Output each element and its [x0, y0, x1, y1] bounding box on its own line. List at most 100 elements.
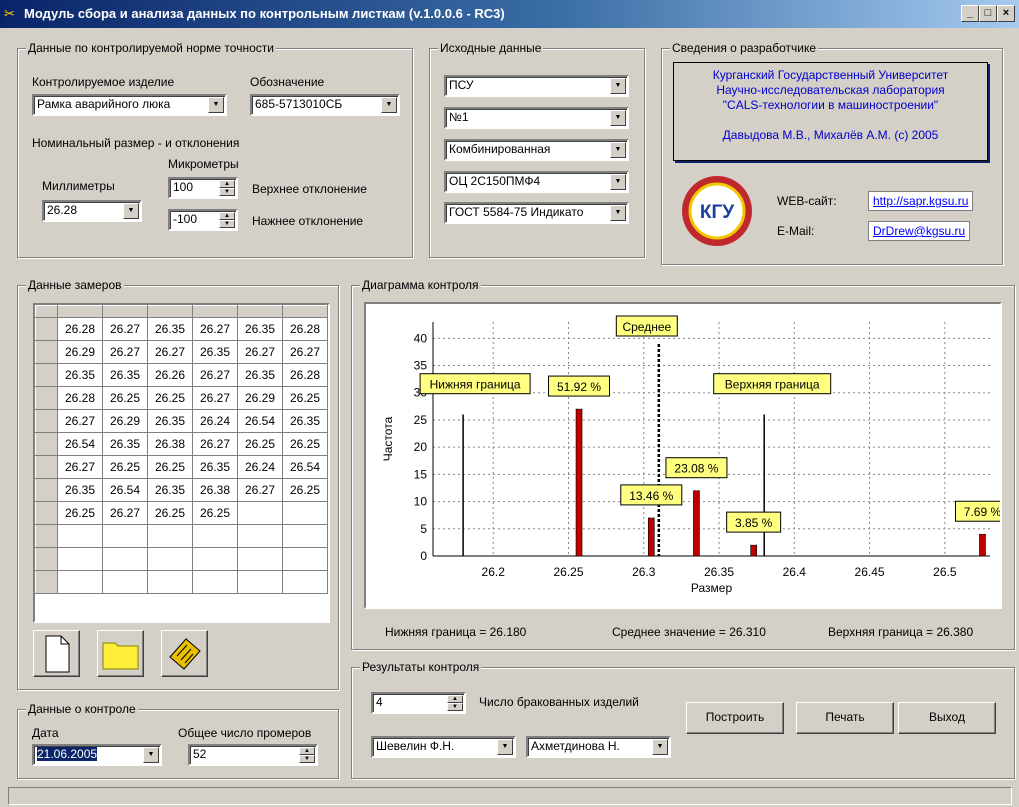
- grid-cell[interactable]: 26.35: [102, 363, 148, 387]
- grid-cell[interactable]: [102, 547, 148, 571]
- grid-cell[interactable]: 26.27: [192, 363, 238, 387]
- source-select-3[interactable]: Комбинированная ▼: [444, 139, 629, 161]
- grid-cell[interactable]: 26.25: [282, 478, 328, 502]
- grid-cell[interactable]: 26.25: [192, 501, 238, 525]
- grid-cell[interactable]: 26.54: [102, 478, 148, 502]
- grid-cell[interactable]: 26.24: [192, 409, 238, 433]
- spin-down-icon[interactable]: ▼: [299, 755, 315, 763]
- grid-cell[interactable]: 26.35: [192, 340, 238, 364]
- grid-cell[interactable]: 26.54: [237, 409, 283, 433]
- grid-cell[interactable]: [57, 570, 103, 594]
- grid-cell[interactable]: 26.29: [57, 340, 103, 364]
- grid-cell[interactable]: [102, 524, 148, 548]
- chevron-down-icon[interactable]: ▼: [610, 78, 626, 94]
- spin-up-icon[interactable]: ▲: [219, 180, 235, 188]
- spin-down-icon[interactable]: ▼: [219, 220, 235, 228]
- grid-cell[interactable]: 26.35: [192, 455, 238, 479]
- grid-cell[interactable]: [192, 547, 238, 571]
- product-select[interactable]: Рамка аварийного люка ▼: [32, 94, 227, 116]
- email-link[interactable]: DrDrew@kgsu.ru: [868, 221, 971, 241]
- grid-cell[interactable]: 26.27: [237, 478, 283, 502]
- chevron-down-icon[interactable]: ▼: [610, 142, 626, 158]
- chevron-down-icon[interactable]: ▼: [208, 97, 224, 113]
- source-select-2[interactable]: №1 ▼: [444, 107, 629, 129]
- row-header[interactable]: [35, 317, 58, 341]
- grid-cell[interactable]: 26.25: [282, 386, 328, 410]
- grid-cell[interactable]: 26.24: [237, 455, 283, 479]
- grid-cell[interactable]: 26.27: [237, 340, 283, 364]
- grid-cell[interactable]: 26.35: [147, 478, 193, 502]
- grid-cell[interactable]: [237, 547, 283, 571]
- grid-cell[interactable]: 26.25: [282, 432, 328, 456]
- row-header[interactable]: [35, 570, 58, 594]
- grid-cell[interactable]: [192, 570, 238, 594]
- grid-cell[interactable]: [282, 501, 328, 525]
- grid-cell[interactable]: 26.35: [102, 432, 148, 456]
- grid-cell[interactable]: 26.27: [102, 317, 148, 341]
- grid-cell[interactable]: 26.35: [57, 478, 103, 502]
- grid-cell[interactable]: 26.54: [57, 432, 103, 456]
- grid-cell[interactable]: 26.27: [147, 340, 193, 364]
- save-button[interactable]: [161, 630, 208, 677]
- grid-cell[interactable]: 26.25: [147, 455, 193, 479]
- grid-cell[interactable]: 26.27: [57, 455, 103, 479]
- row-header[interactable]: [35, 524, 58, 548]
- spin-up-icon[interactable]: ▲: [219, 212, 235, 220]
- grid-cell[interactable]: 26.25: [147, 386, 193, 410]
- open-folder-button[interactable]: [97, 630, 144, 677]
- upper-deviation-stepper[interactable]: 100 ▲ ▼: [168, 177, 238, 199]
- grid-cell[interactable]: 26.35: [57, 363, 103, 387]
- grid-cell[interactable]: 26.27: [102, 340, 148, 364]
- mm-select[interactable]: 26.28 ▼: [42, 200, 142, 222]
- grid-cell[interactable]: [102, 570, 148, 594]
- spin-up-icon[interactable]: ▲: [447, 695, 463, 703]
- grid-cell[interactable]: [282, 570, 328, 594]
- grid-cell[interactable]: [282, 547, 328, 571]
- grid-cell[interactable]: [237, 501, 283, 525]
- minimize-button[interactable]: _: [961, 5, 979, 22]
- grid-cell[interactable]: [57, 547, 103, 571]
- grid-cell[interactable]: 26.35: [282, 409, 328, 433]
- grid-cell[interactable]: 26.25: [57, 501, 103, 525]
- row-header[interactable]: [35, 478, 58, 502]
- grid-cell[interactable]: 26.27: [192, 432, 238, 456]
- grid-cell[interactable]: [147, 570, 193, 594]
- grid-cell[interactable]: [282, 524, 328, 548]
- grid-cell[interactable]: 26.29: [237, 386, 283, 410]
- chevron-down-icon[interactable]: ▼: [381, 97, 397, 113]
- grid-cell[interactable]: 26.28: [282, 363, 328, 387]
- chevron-down-icon[interactable]: ▼: [143, 747, 159, 763]
- grid-cell[interactable]: [237, 524, 283, 548]
- build-button[interactable]: Построить: [686, 702, 784, 734]
- spin-up-icon[interactable]: ▲: [299, 747, 315, 755]
- row-header[interactable]: [35, 547, 58, 571]
- grid-cell[interactable]: 26.54: [282, 455, 328, 479]
- grid-cell[interactable]: 26.27: [282, 340, 328, 364]
- rejects-stepper[interactable]: 4 ▲ ▼: [371, 692, 466, 714]
- date-picker[interactable]: 21.06.2005 ▼: [32, 744, 162, 766]
- grid-cell[interactable]: 26.28: [57, 317, 103, 341]
- maximize-button[interactable]: □: [979, 5, 997, 22]
- grid-cell[interactable]: 26.35: [147, 317, 193, 341]
- code-select[interactable]: 685-5713010СБ ▼: [250, 94, 400, 116]
- grid-cell[interactable]: 26.25: [237, 432, 283, 456]
- grid-cell[interactable]: [57, 524, 103, 548]
- new-file-button[interactable]: [33, 630, 80, 677]
- grid-cell[interactable]: 26.25: [102, 455, 148, 479]
- chevron-down-icon[interactable]: ▼: [610, 110, 626, 126]
- source-select-1[interactable]: ПСУ ▼: [444, 75, 629, 97]
- grid-cell[interactable]: 26.35: [237, 363, 283, 387]
- lower-deviation-stepper[interactable]: -100 ▲ ▼: [168, 209, 238, 231]
- grid-cell[interactable]: [192, 524, 238, 548]
- exit-button[interactable]: Выход: [898, 702, 996, 734]
- print-button[interactable]: Печать: [796, 702, 894, 734]
- total-stepper[interactable]: 52 ▲ ▼: [188, 744, 318, 766]
- spin-down-icon[interactable]: ▼: [219, 188, 235, 196]
- close-button[interactable]: ×: [997, 5, 1015, 22]
- grid-cell[interactable]: 26.27: [102, 501, 148, 525]
- grid-cell[interactable]: 26.35: [147, 409, 193, 433]
- grid-cell[interactable]: 26.27: [57, 409, 103, 433]
- row-header[interactable]: [35, 501, 58, 525]
- chevron-down-icon[interactable]: ▼: [610, 205, 626, 221]
- grid-cell[interactable]: 26.29: [102, 409, 148, 433]
